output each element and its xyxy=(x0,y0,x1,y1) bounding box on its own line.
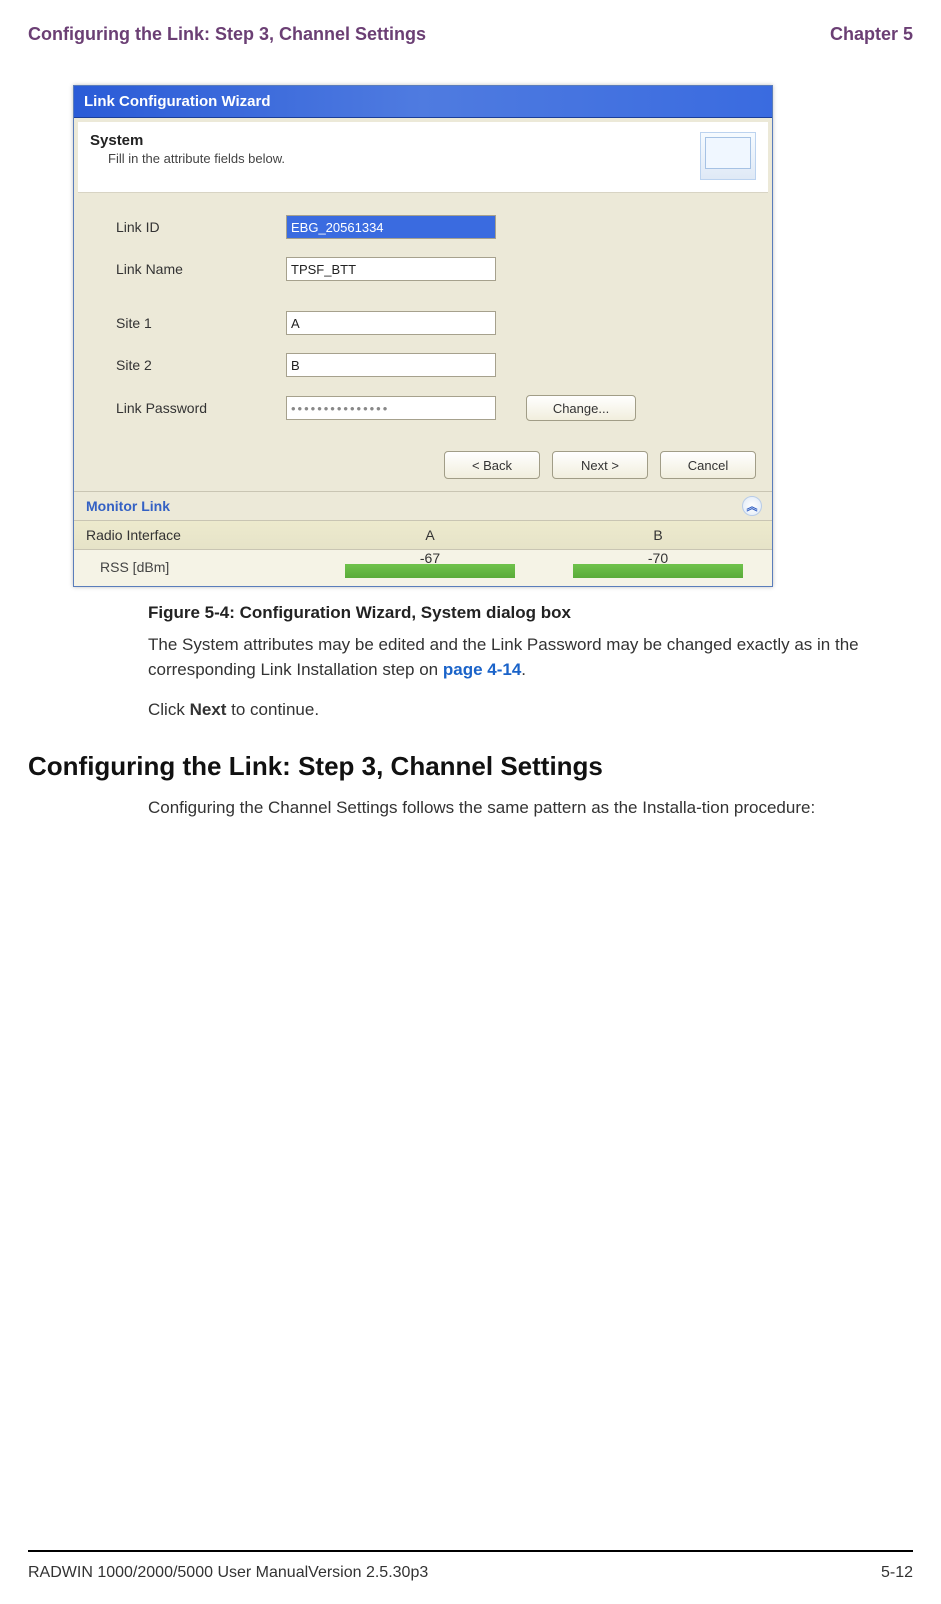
rss-a-wrap: -67 xyxy=(316,554,544,580)
rss-b-wrap: -70 xyxy=(544,554,772,580)
header-left: Configuring the Link: Step 3, Channel Se… xyxy=(28,24,426,45)
site1-label: Site 1 xyxy=(116,315,286,331)
rss-row: RSS [dBm] -67 -70 xyxy=(74,550,772,586)
system-text: System Fill in the attribute fields belo… xyxy=(90,132,700,166)
row-link-id: Link ID xyxy=(116,215,748,239)
system-subtitle: Fill in the attribute fields below. xyxy=(108,151,700,166)
monitor-icon xyxy=(700,132,756,180)
page-link[interactable]: page 4-14 xyxy=(443,660,521,679)
footer-left: RADWIN 1000/2000/5000 User ManualVersion… xyxy=(28,1564,428,1582)
link-name-input[interactable] xyxy=(286,257,496,281)
link-password-input[interactable] xyxy=(286,396,496,420)
site2-label: Site 2 xyxy=(116,357,286,373)
system-panel: System Fill in the attribute fields belo… xyxy=(78,122,768,193)
footer-right: 5-12 xyxy=(881,1564,913,1582)
row-link-password: Link Password Change... xyxy=(116,395,748,421)
footer: RADWIN 1000/2000/5000 User ManualVersion… xyxy=(28,1564,913,1582)
rss-label: RSS [dBm] xyxy=(100,559,316,575)
header-right: Chapter 5 xyxy=(830,24,913,45)
link-id-label: Link ID xyxy=(116,219,286,235)
figure-wrap: Link Configuration Wizard System Fill in… xyxy=(73,85,773,587)
paragraph-1: The System attributes may be edited and … xyxy=(148,633,893,682)
radio-section: Radio Interface A B RSS [dBm] -67 -70 xyxy=(74,520,772,586)
form-area: Link ID Link Name Site 1 Site 2 Link Pas… xyxy=(74,197,772,441)
site1-input[interactable] xyxy=(286,311,496,335)
col-b-label: B xyxy=(544,527,772,543)
dialog-title: Link Configuration Wizard xyxy=(84,93,271,110)
rss-a-value: -67 xyxy=(316,550,544,566)
paragraph-2: Click Next to continue. xyxy=(148,698,893,723)
paragraph-3: Configuring the Channel Settings follows… xyxy=(148,796,893,821)
rss-a-bar xyxy=(345,564,515,578)
monitor-link-label: Monitor Link xyxy=(86,498,170,514)
chevron-up-icon[interactable]: ︽ xyxy=(742,496,762,516)
col-a-label: A xyxy=(316,527,544,543)
rss-b-value: -70 xyxy=(544,550,772,566)
para2-text-a: Click xyxy=(148,700,190,719)
link-id-input[interactable] xyxy=(286,215,496,239)
row-link-name: Link Name xyxy=(116,257,748,281)
monitor-link-header[interactable]: Monitor Link ︽ xyxy=(74,491,772,520)
back-button[interactable]: < Back xyxy=(444,451,540,479)
radio-interface-label: Radio Interface xyxy=(86,527,316,543)
para2-text-b: to continue. xyxy=(226,700,319,719)
figure-caption: Figure 5-4: Configuration Wizard, System… xyxy=(148,603,913,623)
para1-text-b: . xyxy=(521,660,526,679)
dialog-titlebar: Link Configuration Wizard xyxy=(74,86,772,118)
rss-b-bar xyxy=(573,564,743,578)
link-password-label: Link Password xyxy=(116,400,286,416)
link-name-label: Link Name xyxy=(116,261,286,277)
row-site1: Site 1 xyxy=(116,311,748,335)
link-config-wizard-dialog: Link Configuration Wizard System Fill in… xyxy=(73,85,773,587)
section-heading: Configuring the Link: Step 3, Channel Se… xyxy=(28,751,913,782)
para2-bold: Next xyxy=(190,700,227,719)
footer-line xyxy=(28,1550,913,1552)
next-button[interactable]: Next > xyxy=(552,451,648,479)
cancel-button[interactable]: Cancel xyxy=(660,451,756,479)
row-site2: Site 2 xyxy=(116,353,748,377)
change-button[interactable]: Change... xyxy=(526,395,636,421)
page-header: Configuring the Link: Step 3, Channel Se… xyxy=(28,24,913,45)
site2-input[interactable] xyxy=(286,353,496,377)
nav-row: < Back Next > Cancel xyxy=(74,441,772,491)
system-title: System xyxy=(90,132,700,149)
radio-head: Radio Interface A B xyxy=(74,521,772,550)
